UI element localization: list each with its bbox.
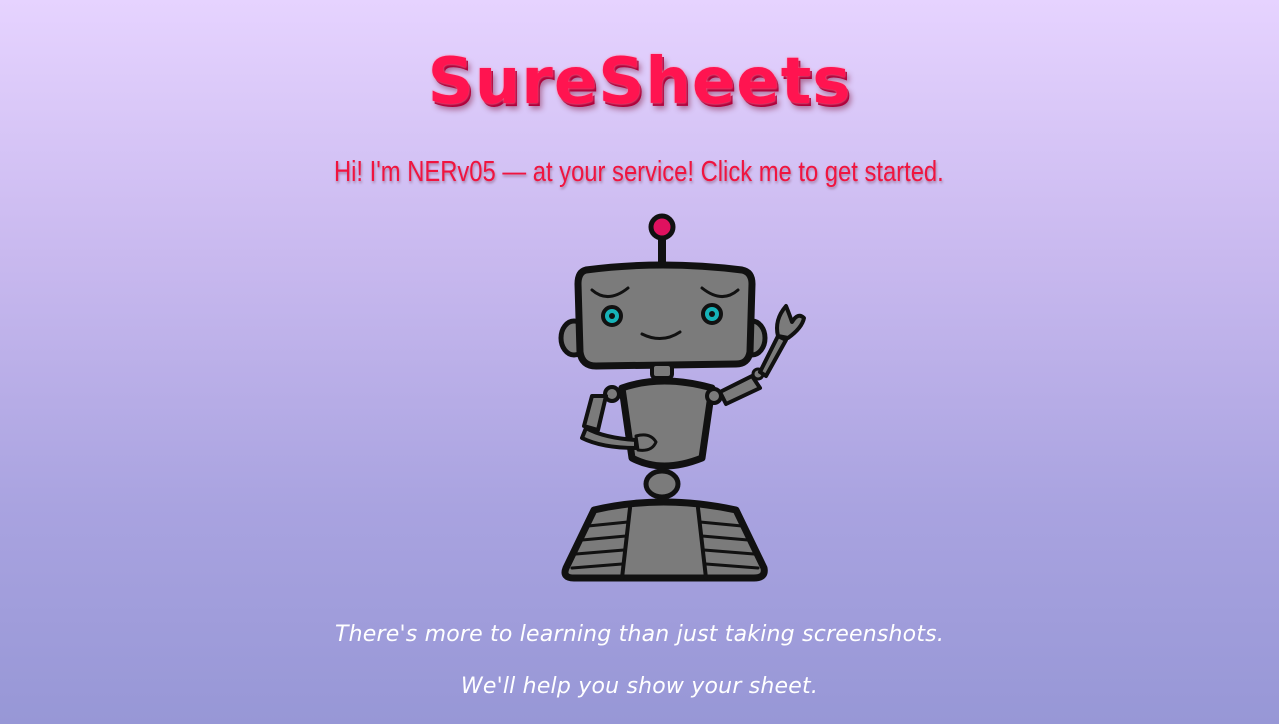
robot-hand <box>634 433 658 452</box>
robot-mascot-icon <box>558 213 806 582</box>
robot-mascot-button[interactable] <box>552 212 816 588</box>
robot-claw <box>775 304 806 340</box>
robot-antenna-light <box>648 213 676 241</box>
site-logo: SureSheets <box>427 45 852 119</box>
tagline-primary: There's more to learning than just takin… <box>334 622 945 647</box>
tagline-secondary: We'll help you show your sheet. <box>460 674 819 699</box>
robot-torso <box>618 377 716 470</box>
greeting-prompt[interactable]: Hi! I'm NERv05 — at your service! Click … <box>114 152 1163 192</box>
